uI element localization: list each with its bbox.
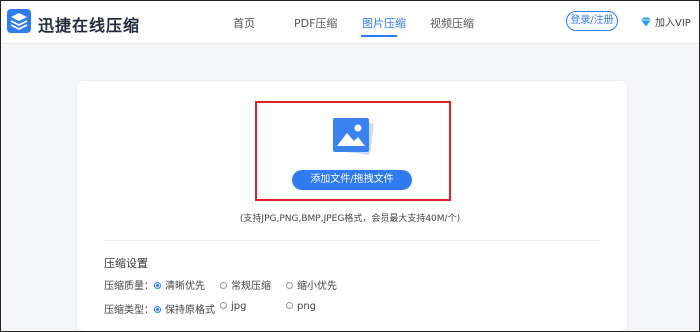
quality-option-smaller[interactable]: 缩小优先 <box>286 277 337 292</box>
type-option-label: 保持原格式 <box>165 305 215 316</box>
top-header: 迅捷在线压缩 首页 PDF压缩 图片压缩 视频压缩 登录/注册 加入VIP <box>0 0 700 44</box>
quality-option-label: 常规压缩 <box>231 281 271 292</box>
quality-option-normal[interactable]: 常规压缩 <box>220 277 271 292</box>
radio-icon <box>286 302 293 309</box>
logo-icon <box>7 9 31 33</box>
type-option-label: png <box>297 301 317 312</box>
type-option-png[interactable]: png <box>286 301 316 312</box>
quality-label: 压缩质量： <box>104 281 154 292</box>
add-file-button[interactable]: 添加文件/拖拽文件 <box>292 170 412 190</box>
nav-pdf-compress[interactable]: PDF压缩 <box>294 15 337 31</box>
active-tab-indicator <box>361 35 397 37</box>
nav-video-compress[interactable]: 视频压缩 <box>430 15 474 31</box>
quality-option-label: 清晰优先 <box>165 281 205 292</box>
type-option-jpg[interactable]: jpg <box>220 301 246 312</box>
diamond-icon <box>641 17 651 27</box>
type-option-label: jpg <box>231 301 247 312</box>
vip-label: 加入VIP <box>655 18 691 29</box>
quality-option-label: 缩小优先 <box>297 281 337 292</box>
type-option-keep-format[interactable]: 保持原格式 <box>154 301 215 316</box>
nav-image-compress[interactable]: 图片压缩 <box>362 15 406 31</box>
radio-icon <box>286 282 293 289</box>
radio-icon <box>220 302 227 309</box>
join-vip-link[interactable]: 加入VIP <box>640 14 691 29</box>
brand-name[interactable]: 迅捷在线压缩 <box>38 12 140 36</box>
radio-selected-icon <box>154 282 161 289</box>
radio-icon <box>220 282 227 289</box>
compression-settings-title: 压缩设置 <box>104 257 148 270</box>
radio-selected-icon <box>154 306 161 313</box>
login-register-button[interactable]: 登录/注册 <box>566 11 618 31</box>
nav-home[interactable]: 首页 <box>233 15 255 31</box>
supported-formats-note: (支持JPG,PNG,BMP,JPEG格式，会员最大支持40M/个) <box>239 214 461 224</box>
quality-option-clarity[interactable]: 清晰优先 <box>154 277 205 292</box>
type-label: 压缩类型： <box>104 305 154 316</box>
section-divider <box>104 240 600 241</box>
image-upload-icon <box>333 118 374 155</box>
